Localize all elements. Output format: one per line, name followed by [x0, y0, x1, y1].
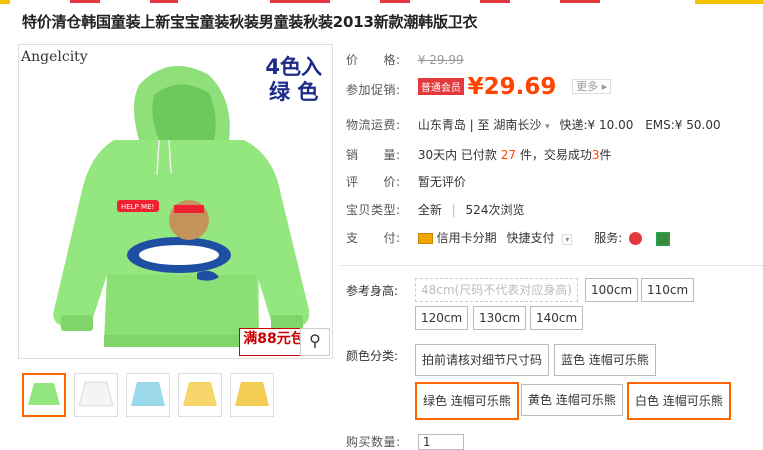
color-option-check-size[interactable]: 拍前请核对细节尺寸码 — [415, 344, 550, 376]
top-nav-strip — [0, 0, 763, 4]
thumbnail-yellow-2[interactable] — [230, 373, 274, 417]
size-option-100cm[interactable]: 100cm — [585, 278, 639, 302]
thumbnail-yellow[interactable] — [178, 373, 222, 417]
color-option-yellow[interactable]: 黄色 连帽可乐熊 — [521, 384, 623, 416]
main-product-image[interactable]: Angelcity HELP ME! 4色入 绿 色 满88元包 ⚲ — [18, 44, 333, 359]
installment-link[interactable]: 信用卡分期 — [437, 231, 497, 245]
rating-row: 评 价: 暂无评价 — [346, 175, 466, 189]
thumbnail-blue[interactable] — [126, 373, 170, 417]
quantity-row: 购买数量: 1 — [346, 433, 464, 450]
credit-card-icon — [417, 233, 433, 244]
member-tag: 普通会员 — [417, 78, 464, 95]
size-option-120cm[interactable]: 120cm — [415, 306, 469, 330]
original-price: ¥ 29.99 — [417, 53, 464, 67]
color-option-white[interactable]: 白色 连帽可乐熊 — [627, 382, 731, 420]
service-guarantee-icon[interactable] — [629, 232, 643, 245]
zoom-icon[interactable]: ⚲ — [300, 328, 330, 356]
more-button[interactable]: 更多 ▸ — [572, 79, 612, 94]
size-option-130cm[interactable]: 130cm — [473, 306, 527, 330]
color-label: 颜色分类: — [346, 349, 399, 363]
promo-price: ¥29.69 — [467, 74, 557, 100]
price-row: 价 格: ¥ 29.99 — [346, 53, 464, 67]
divider — [340, 265, 763, 266]
payment-row: 支 付: 信用卡分期 快捷支付 ▾ 服务: — [346, 229, 670, 246]
thumbnail-green[interactable] — [22, 373, 66, 417]
sales-row: 销 量: 30天内 已付款 27 件，交易成功3件 — [346, 148, 612, 162]
svg-text:HELP ME!: HELP ME! — [121, 203, 154, 211]
size-option-140cm[interactable]: 140cm — [530, 306, 584, 330]
ems-fee: EMS:¥ 50.00 — [645, 118, 721, 132]
thumbnail-white[interactable] — [74, 373, 118, 417]
color-option-blue[interactable]: 蓝色 连帽可乐熊 — [554, 344, 656, 376]
color-option-green[interactable]: 绿色 连帽可乐熊 — [415, 382, 519, 420]
shipping-row: 物流运费: 山东青岛 | 至 湖南长沙 ▾ 快递:¥ 10.00 EMS:¥ 5… — [346, 118, 721, 132]
size-option-48cm[interactable]: 48cm(尺码不代表对应身高) — [415, 278, 578, 302]
color-count-tag: 4色入 绿 色 — [265, 55, 322, 104]
quickpay-dropdown-icon[interactable]: ▾ — [562, 234, 573, 245]
product-title: 特价清仓韩国童装上新宝宝童装秋装男童装秋装2013新款潮韩版卫衣 — [22, 13, 478, 31]
type-row: 宝贝类型: 全新 | 524次浏览 — [346, 203, 525, 217]
quantity-input[interactable]: 1 — [417, 434, 464, 450]
shipping-location[interactable]: 山东青岛 | 至 湖南长沙 — [418, 118, 542, 132]
promo-badge: 满88元包 — [239, 328, 309, 356]
promo-row: 参加促销: 普通会员 ¥29.69 更多 ▸ — [346, 74, 612, 100]
quickpay-link[interactable]: 快捷支付 — [507, 231, 555, 245]
express-fee: 快递:¥ 10.00 — [559, 118, 634, 132]
service-badge-icon[interactable] — [655, 231, 670, 246]
size-option-110cm[interactable]: 110cm — [641, 278, 695, 302]
size-label: 参考身高: — [346, 284, 399, 298]
